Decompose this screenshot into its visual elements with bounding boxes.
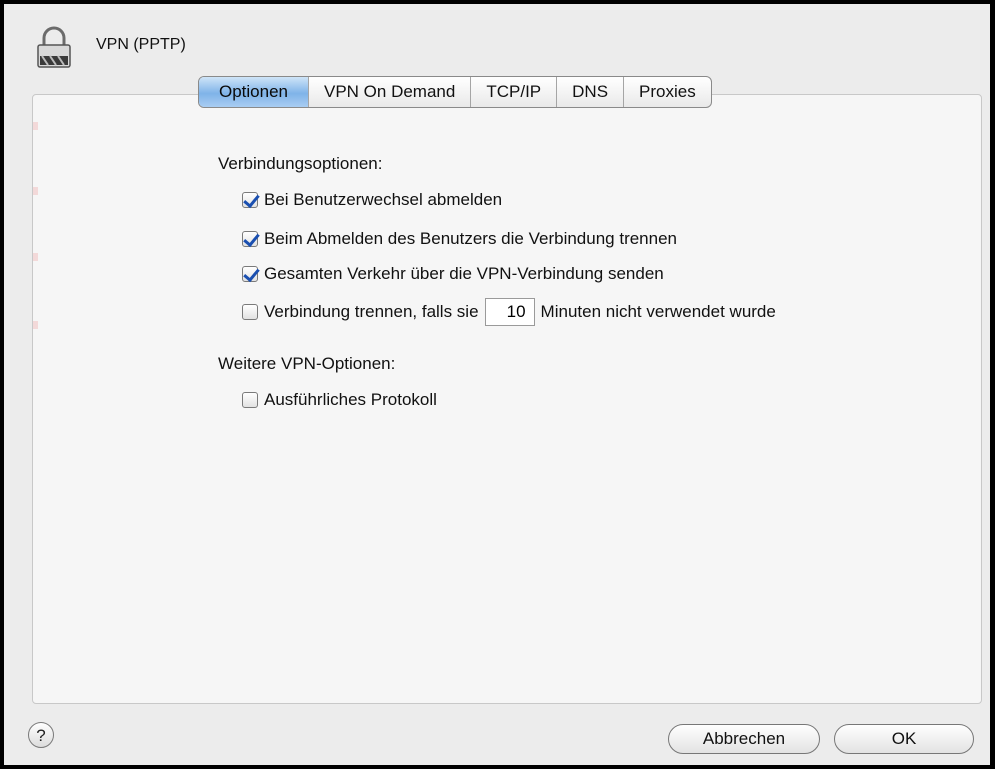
- title-bar: VPN (PPTP): [4, 4, 990, 84]
- more-options-heading: Weitere VPN-Optionen:: [218, 354, 396, 373]
- checkbox-send-all-traffic[interactable]: [242, 266, 258, 282]
- tab-optionen[interactable]: Optionen: [199, 77, 308, 107]
- checkbox-disconnect-on-logout[interactable]: [242, 231, 258, 247]
- idle-label-before: Verbindung trennen, falls sie: [264, 302, 479, 321]
- tab-vpn-on-demand[interactable]: VPN On Demand: [308, 77, 470, 107]
- dialog-window: VPN (PPTP): [0, 0, 995, 769]
- idle-label-after: Minuten nicht verwendet wurde: [540, 302, 776, 321]
- option-idle-disconnect[interactable]: Verbindung trennen, falls sie Minuten ni…: [242, 298, 776, 326]
- tab-proxies[interactable]: Proxies: [623, 77, 711, 107]
- tab-dns[interactable]: DNS: [556, 77, 623, 107]
- option-logout-on-user-switch[interactable]: Bei Benutzerwechsel abmelden: [242, 190, 502, 210]
- connection-options-heading: Verbindungsoptionen:: [218, 154, 383, 173]
- option-send-all-traffic[interactable]: Gesamten Verkehr über die VPN-Verbindung…: [242, 264, 664, 284]
- tab-bar: Optionen VPN On Demand TCP/IP DNS Proxie…: [198, 76, 712, 108]
- option-verbose-logging[interactable]: Ausführliches Protokoll: [242, 390, 437, 410]
- option-disconnect-on-logout[interactable]: Beim Abmelden des Benutzers die Verbindu…: [242, 229, 677, 249]
- ok-button[interactable]: OK: [834, 724, 974, 754]
- help-button[interactable]: ?: [28, 722, 54, 748]
- window-title: VPN (PPTP): [96, 36, 186, 53]
- checkbox-verbose-logging[interactable]: [242, 392, 258, 408]
- checkbox-logout-on-user-switch[interactable]: [242, 192, 258, 208]
- idle-minutes-input[interactable]: [484, 298, 535, 326]
- options-panel: [32, 94, 982, 704]
- option-label: Bei Benutzerwechsel abmelden: [264, 190, 503, 209]
- option-label: Beim Abmelden des Benutzers die Verbindu…: [264, 229, 677, 248]
- tab-tcp-ip[interactable]: TCP/IP: [470, 77, 556, 107]
- option-label: Ausführliches Protokoll: [264, 390, 437, 409]
- cancel-button[interactable]: Abbrechen: [668, 724, 820, 754]
- lock-icon: [37, 26, 71, 68]
- option-label: Gesamten Verkehr über die VPN-Verbindung…: [264, 264, 664, 283]
- checkbox-idle-disconnect[interactable]: [242, 304, 258, 320]
